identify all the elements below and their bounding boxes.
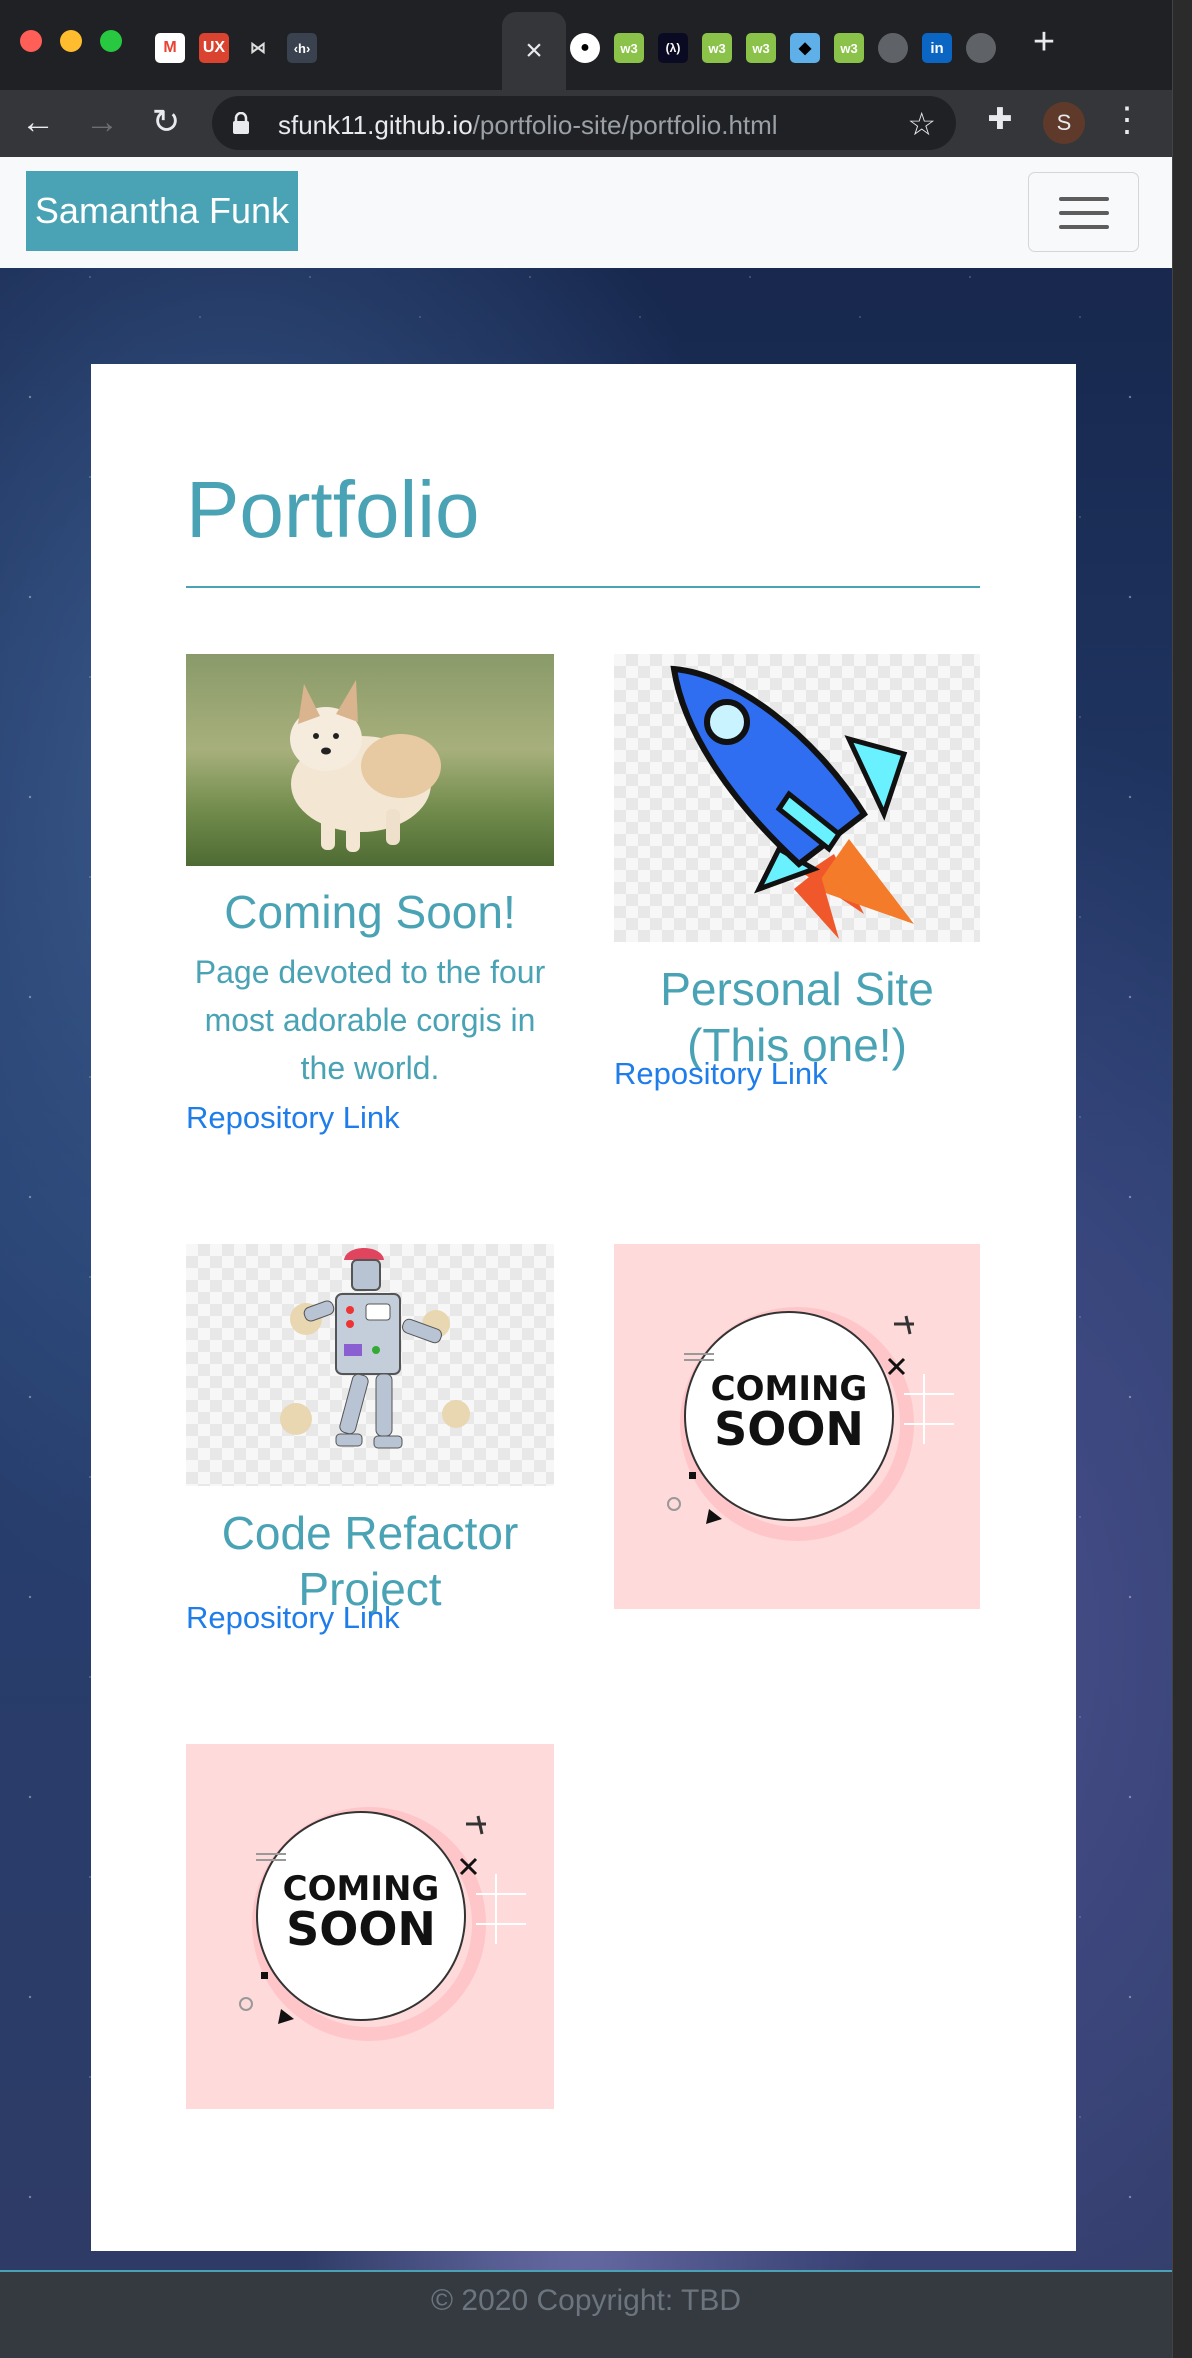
repository-link[interactable]: Repository Link (186, 1100, 400, 1136)
hamburger-icon (1059, 197, 1109, 201)
tab-favicons-right: ● w3 (λ) w3 w3 ◆ w3 in (570, 28, 1010, 68)
project-title: Coming Soon! (224, 886, 516, 938)
new-tab-button[interactable]: + (1028, 23, 1060, 61)
coming-soon-text: COMING SOON (282, 1869, 440, 1956)
navbar-toggler-button[interactable] (1028, 172, 1139, 252)
robot-image (186, 1244, 554, 1486)
minimize-window-button[interactable] (60, 30, 82, 52)
close-window-button[interactable] (20, 30, 42, 52)
repository-link[interactable]: Repository Link (186, 1600, 400, 1636)
rocket-image (614, 654, 980, 942)
maximize-window-button[interactable] (100, 30, 122, 52)
globe-icon[interactable] (878, 33, 908, 63)
active-tab[interactable]: × (502, 12, 566, 90)
corgi-puppy-image (186, 654, 554, 866)
extensions-puzzle-icon[interactable]: ✚ (980, 102, 1020, 142)
browser-menu-icon[interactable]: ⋮ (1110, 100, 1144, 140)
coming-soon-image: COMING SOON (614, 1244, 980, 1609)
tab-favicons: M UX ⋈ ‹h› (155, 28, 331, 68)
back-button[interactable]: ← (16, 100, 60, 144)
bowtie-icon[interactable]: ⋈ (243, 33, 273, 63)
freecodecamp-icon[interactable]: (λ) (658, 33, 688, 63)
tab-strip: M UX ⋈ ‹h› × ● w3 (λ) w3 w3 ◆ w3 in + (0, 0, 1172, 90)
forward-button[interactable]: → (80, 100, 124, 144)
browser-toolbar: ← → ↻ sfunk11.github.io/portfolio-site/p… (0, 90, 1172, 157)
w3schools-icon[interactable]: w3 (614, 33, 644, 63)
title-divider (186, 586, 980, 588)
background-window-edge (1172, 0, 1192, 2358)
w3schools-icon[interactable]: w3 (702, 33, 732, 63)
ux-icon[interactable]: UX (199, 33, 229, 63)
w3schools-icon[interactable]: w3 (834, 33, 864, 63)
gmail-icon[interactable]: M (155, 33, 185, 63)
address-bar[interactable]: sfunk11.github.io/portfolio-site/portfol… (212, 96, 956, 150)
coming-soon-image: COMING SOON (186, 1744, 554, 2109)
bookmark-star-icon[interactable]: ☆ (907, 105, 936, 143)
browser-chrome: M UX ⋈ ‹h› × ● w3 (λ) w3 w3 ◆ w3 in + ← … (0, 0, 1172, 157)
project-description: Page devoted to the four most adorable c… (194, 954, 546, 1086)
w3schools-icon[interactable]: w3 (746, 33, 776, 63)
coming-soon-text: COMING SOON (710, 1369, 868, 1456)
portfolio-card: Portfolio Coming Soon! Page devoted to t… (91, 364, 1076, 2251)
brand-link[interactable]: Samantha Funk (26, 171, 298, 251)
profile-avatar[interactable]: S (1043, 102, 1085, 144)
github-icon[interactable]: ● (570, 33, 600, 63)
site-navbar: Samantha Funk (0, 157, 1172, 268)
page-viewport: Samantha Funk Portfolio Coming Soon! Pag… (0, 157, 1172, 2270)
copyright-text: © 2020 Copyright: TBD (430, 2284, 742, 2317)
linkedin-icon[interactable]: in (922, 33, 952, 63)
site-footer: © 2020 Copyright: TBD (0, 2270, 1172, 2358)
tab-close-icon[interactable]: × (525, 34, 543, 68)
codepen-icon[interactable]: ◆ (790, 33, 820, 63)
lock-icon (233, 112, 249, 134)
globe-icon[interactable] (966, 33, 996, 63)
url-text: sfunk11.github.io/portfolio-site/portfol… (278, 110, 778, 140)
page-title: Portfolio (186, 465, 480, 554)
hackerrank-icon[interactable]: ‹h› (287, 33, 317, 63)
reload-button[interactable]: ↻ (144, 100, 188, 144)
repository-link[interactable]: Repository Link (614, 1056, 828, 1092)
